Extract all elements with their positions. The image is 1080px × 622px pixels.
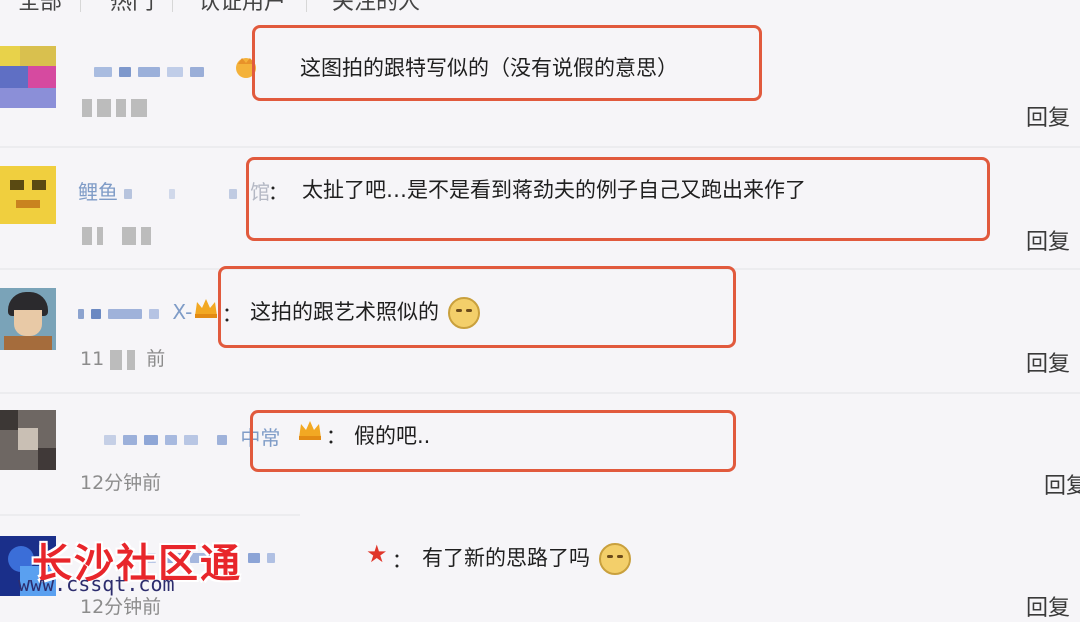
timestamp: 11 前: [80, 344, 165, 371]
highlight-box: [252, 25, 762, 101]
highlight-box: [250, 410, 736, 472]
reply-button[interactable]: 回复: [1026, 100, 1070, 132]
filter-tabs: 全部 热门 认证用户 关注的人: [0, 0, 1080, 16]
tab-hot[interactable]: 热门: [110, 0, 154, 16]
reply-button[interactable]: 回复: [1044, 468, 1080, 500]
time-suffix: 前: [146, 348, 166, 370]
timestamp: 12分钟前: [80, 596, 162, 618]
divider: [0, 146, 1080, 148]
tab-divider: [172, 0, 173, 12]
timestamp-blurred: [82, 224, 156, 246]
star-icon: ★: [366, 540, 388, 568]
highlight-box: [218, 266, 736, 348]
vip-crown-icon: [192, 296, 220, 320]
comment-text: 有了新的思路了吗: [422, 542, 631, 575]
username-blurred[interactable]: [94, 58, 211, 82]
username-suffix: X-: [172, 300, 193, 324]
timestamp: 12分钟前: [80, 472, 162, 494]
username-prefix: 鲤鱼: [78, 180, 118, 204]
comment-text-content: 有了新的思路了吗: [422, 546, 590, 570]
divider: [0, 392, 1080, 394]
avatar[interactable]: [0, 46, 56, 108]
watermark-url: www.cssqt.com: [18, 572, 175, 596]
tab-divider: [306, 0, 307, 12]
tab-following[interactable]: 关注的人: [332, 0, 420, 16]
username-blurred[interactable]: X-: [78, 300, 192, 324]
avatar[interactable]: [0, 288, 56, 350]
grin-emoji-icon: [598, 543, 631, 575]
tab-verified[interactable]: 认证用户: [198, 0, 286, 16]
reply-button[interactable]: 回复: [1026, 224, 1070, 256]
tab-divider: [80, 0, 81, 12]
reply-button[interactable]: 回复: [1026, 346, 1070, 378]
timestamp-blurred: [82, 96, 152, 118]
avatar[interactable]: [0, 166, 56, 224]
username-blurred[interactable]: 鲤鱼 馆: [78, 176, 270, 205]
reply-button[interactable]: 回复: [1026, 590, 1070, 622]
divider: [0, 514, 300, 516]
highlight-box: [246, 157, 990, 241]
time-value: 11: [80, 348, 105, 370]
colon: ：: [392, 548, 412, 572]
avatar[interactable]: [0, 410, 56, 470]
tab-all[interactable]: 全部: [18, 0, 62, 16]
